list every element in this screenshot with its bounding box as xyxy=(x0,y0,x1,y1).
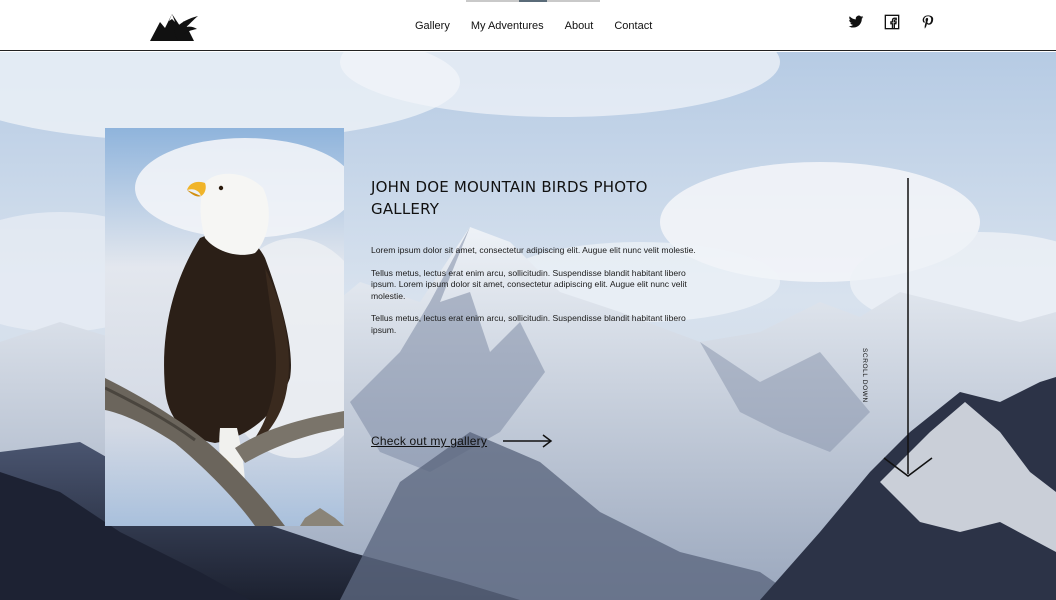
twitter-icon[interactable] xyxy=(848,14,864,30)
facebook-icon[interactable] xyxy=(884,14,900,30)
body-paragraph: Tellus metus, lectus erat enim arcu, sol… xyxy=(371,313,686,335)
scroll-down-arrow-icon[interactable] xyxy=(880,178,940,478)
social-links xyxy=(848,14,936,30)
nav-my-adventures[interactable]: My Adventures xyxy=(471,20,544,32)
hero-section: JOHN DOE MOUNTAIN BIRDS PHOTO GALLERY Lo… xyxy=(0,52,1056,600)
scroll-down-label: SCROLL DOWN xyxy=(861,348,868,403)
arrow-right-icon[interactable] xyxy=(503,434,553,448)
main-nav: Gallery My Adventures About Contact xyxy=(415,0,673,51)
eagle-photo[interactable] xyxy=(105,128,344,526)
page-title: JOHN DOE MOUNTAIN BIRDS PHOTO GALLERY xyxy=(371,178,648,218)
pinterest-icon[interactable] xyxy=(920,14,936,30)
gallery-link[interactable]: Check out my gallery xyxy=(371,434,487,448)
body-paragraph: Tellus metus, lectus erat enim arcu, sol… xyxy=(371,267,687,301)
nav-contact[interactable]: Contact xyxy=(614,20,652,32)
intro-paragraph: Lorem ipsum dolor sit amet, consectetur … xyxy=(371,245,696,255)
hero-content: JOHN DOE MOUNTAIN BIRDS PHOTO GALLERY Lo… xyxy=(371,176,701,336)
gallery-cta: Check out my gallery xyxy=(371,434,553,448)
site-header: Gallery My Adventures About Contact xyxy=(0,0,1056,51)
nav-about[interactable]: About xyxy=(565,20,594,32)
nav-gallery[interactable]: Gallery xyxy=(415,20,450,32)
logo-icon[interactable] xyxy=(150,8,200,44)
